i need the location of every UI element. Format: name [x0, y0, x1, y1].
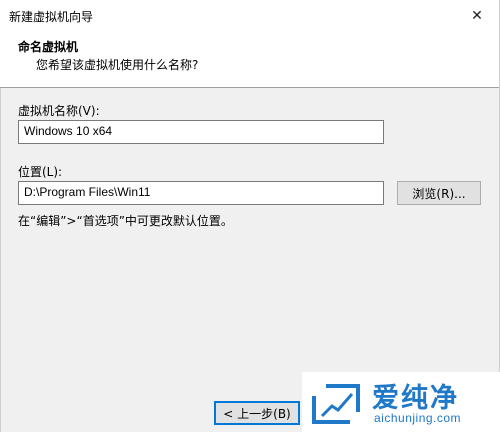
close-icon: ✕ — [471, 8, 483, 24]
watermark-name: 爱纯净 — [372, 383, 459, 414]
page-title: 命名虚拟机 — [18, 40, 79, 54]
vm-name-input[interactable]: Windows 10 x64 — [18, 120, 384, 144]
location-hint: 在“编辑”>“首选项”中可更改默认位置。 — [18, 214, 233, 228]
page-subtitle: 您希望该虚拟机使用什么名称? — [36, 58, 199, 72]
close-button[interactable]: ✕ — [454, 0, 500, 32]
back-button[interactable]: < 上一步(B) — [214, 401, 300, 425]
browse-button[interactable]: 浏览(R)... — [397, 181, 481, 205]
vm-name-label: 虚拟机名称(V): — [18, 104, 100, 118]
location-label: 位置(L): — [18, 165, 63, 179]
watermark-url: aichunjing.com — [374, 411, 462, 425]
wizard-header: 命名虚拟机 您希望该虚拟机使用什么名称? — [0, 32, 500, 88]
location-input[interactable]: D:\Program Files\Win11 — [18, 181, 384, 205]
window-title: 新建虚拟机向导 — [9, 10, 94, 24]
window-border-left — [0, 88, 1, 432]
title-bar: 新建虚拟机向导 ✕ — [0, 0, 500, 32]
watermark: 爱纯净 aichunjing.com — [302, 372, 500, 432]
watermark-logo-icon — [312, 384, 360, 424]
